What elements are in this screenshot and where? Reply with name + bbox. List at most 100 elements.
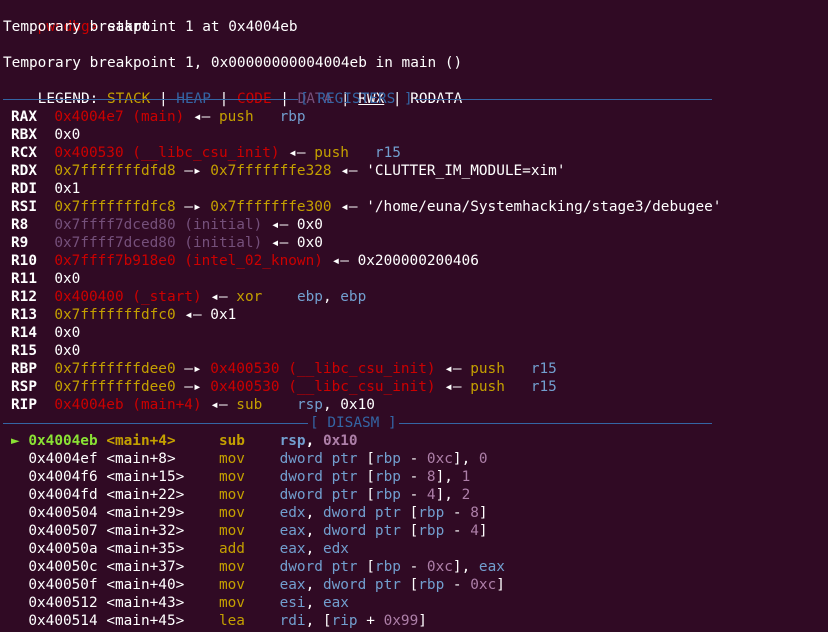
instruction-operand: 0xc: [470, 577, 497, 593]
registers-separator: [ REGISTERS ]: [3, 90, 712, 108]
register-value: 0x7fffffffdee0: [54, 379, 176, 395]
register-value: ◂— 0x200000200406: [322, 253, 479, 269]
register-value: —▸: [175, 379, 211, 395]
disasm-row: 0x40050a <main+35> add eax, edx: [11, 540, 349, 558]
row-gutter: [11, 487, 28, 503]
register-value: 0x400400 (_start): [54, 289, 202, 305]
instruction-operand: 0: [478, 451, 488, 467]
instruction-operand: eax: [279, 541, 306, 557]
disasm-row: 0x40050c <main+37> mov dword ptr [rbp - …: [11, 558, 505, 576]
instruction-mnemonic: mov: [218, 559, 280, 575]
disasm-separator: [ DISASM ]: [3, 414, 712, 432]
register-value: 0x0: [54, 127, 81, 143]
register-value: r15: [530, 361, 557, 377]
register-value: 0x7fffffffdfc8: [54, 199, 176, 215]
instruction-address: 0x400514: [28, 613, 107, 629]
instruction-symbol: <main+43>: [106, 595, 219, 611]
register-name: R12: [11, 289, 55, 305]
instruction-operand: ,: [305, 595, 323, 611]
instruction-operand: rbp: [374, 469, 401, 485]
row-gutter: [11, 523, 28, 539]
instruction-operand: dword ptr: [279, 469, 358, 485]
instruction-operand: 4: [470, 523, 479, 539]
register-value: 0x7fffffffe300: [210, 199, 332, 215]
register-name: RBP: [11, 361, 55, 377]
instruction-operand: eax: [279, 577, 306, 593]
instruction-operand: ]: [496, 577, 505, 593]
instruction-operand: rip: [331, 613, 358, 629]
instruction-operand: 0x99: [383, 613, 419, 629]
instruction-operand: ],: [452, 559, 479, 575]
instruction-operand: dword ptr: [279, 451, 358, 467]
instruction-operand: rdi: [279, 613, 306, 629]
register-name: RBX: [11, 127, 55, 143]
register-value: ◂— 0x1: [175, 307, 237, 323]
instruction-address: 0x400507: [28, 523, 107, 539]
instruction-symbol: <main+35>: [106, 541, 219, 557]
register-value: rbp: [279, 109, 306, 125]
instruction-address: 0x40050a: [28, 541, 107, 557]
instruction-operand: ,: [305, 433, 323, 449]
instruction-symbol: <main+22>: [106, 487, 219, 503]
register-value: ◂—: [184, 109, 219, 125]
disasm-row: 0x400507 <main+32> mov eax, dword ptr [r…: [11, 522, 487, 540]
instruction-operand: rbp: [374, 487, 401, 503]
register-value: 0x7ffff7b918e0 (intel_02_known): [54, 253, 323, 269]
instruction-operand: +: [357, 613, 384, 629]
register-value: push: [470, 379, 505, 395]
instruction-mnemonic: sub: [218, 433, 280, 449]
register-value: ◂— 0x0: [262, 235, 323, 251]
register-row: RBX 0x0: [11, 126, 80, 144]
row-gutter: [11, 613, 28, 629]
instruction-operand: -: [444, 523, 471, 539]
instruction-operand: ]: [418, 613, 427, 629]
register-value: r15: [530, 379, 557, 395]
terminal-window[interactable]: pwndbg> start Temporary breakpoint 1 at …: [0, 0, 828, 632]
register-value: ◂—: [435, 361, 471, 377]
register-name: R9: [11, 235, 55, 251]
register-row: R12 0x400400 (_start) ◂— xor ebp, ebp: [11, 288, 366, 306]
register-name: RIP: [11, 397, 55, 413]
register-row: R14 0x0: [11, 324, 80, 342]
instruction-mnemonic: add: [218, 541, 280, 557]
instruction-operand: 1: [461, 469, 471, 485]
register-value: , 0x10: [322, 397, 375, 413]
row-gutter: [11, 451, 28, 467]
instruction-operand: -: [400, 469, 427, 485]
separator-rule: [414, 99, 712, 100]
register-name: RSI: [11, 199, 55, 215]
register-value: [262, 397, 297, 413]
instruction-operand: esi: [279, 595, 306, 611]
register-value: 0x7fffffffdfc0: [54, 307, 176, 323]
disasm-row: 0x40050f <main+40> mov eax, dword ptr [r…: [11, 576, 505, 594]
register-value: [254, 109, 280, 125]
instruction-operand: 4: [426, 487, 436, 503]
register-value: 0x7fffffffdee0: [54, 361, 176, 377]
disasm-row: 0x4004f6 <main+15> mov dword ptr [rbp - …: [11, 468, 470, 486]
instruction-address: 0x400504: [28, 505, 107, 521]
register-name: RCX: [11, 145, 55, 161]
register-value: ◂—: [201, 289, 237, 305]
register-value: ◂— '/home/euna/Systemhacking/stage3/debu…: [331, 199, 722, 215]
row-gutter: [11, 469, 28, 485]
legend-line: LEGEND: STACK | HEAP | CODE | DATA | RWX…: [3, 72, 463, 107]
register-value: r15: [374, 145, 401, 161]
disasm-row: ► 0x4004eb <main+4> sub rsp, 0x10: [11, 432, 358, 450]
instruction-symbol: <main+15>: [106, 469, 219, 485]
instruction-operand: dword ptr: [322, 523, 401, 539]
register-value: —▸: [175, 163, 211, 179]
register-row: RAX 0x4004e7 (main) ◂— push rbp: [11, 108, 306, 126]
instruction-operand: -: [400, 559, 427, 575]
instruction-address: 0x4004fd: [28, 487, 107, 503]
instruction-symbol: <main+37>: [106, 559, 219, 575]
instruction-mnemonic: mov: [218, 577, 280, 593]
instruction-operand: rsp: [279, 433, 306, 449]
register-value: 0x400530 (__libc_csu_init): [210, 379, 436, 395]
register-value: [505, 379, 531, 395]
instruction-address: 0x4004ef: [28, 451, 107, 467]
instruction-operand: [: [357, 451, 375, 467]
register-name: R8: [11, 217, 55, 233]
register-row: R10 0x7ffff7b918e0 (intel_02_known) ◂— 0…: [11, 252, 479, 270]
instruction-operand: ],: [435, 487, 462, 503]
register-value: push: [218, 109, 254, 125]
